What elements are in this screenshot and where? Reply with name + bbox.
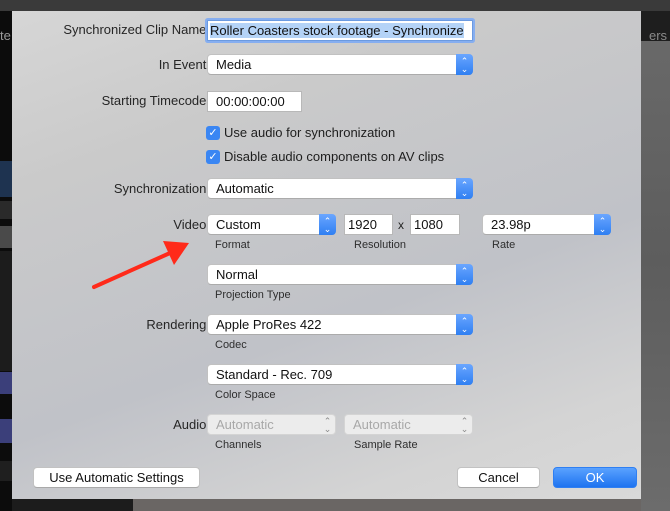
resolution-width-input[interactable]: 1920 xyxy=(344,214,393,235)
synchronization-select[interactable]: Automatic ⌃ ⌄ xyxy=(207,178,473,199)
cancel-button[interactable]: Cancel xyxy=(457,467,540,488)
format-caption: Format xyxy=(215,239,250,251)
audio-sample-rate-value: Automatic xyxy=(353,417,411,432)
disable-audio-components-label[interactable]: Disable audio components on AV clips xyxy=(224,149,444,164)
resolution-height-input[interactable]: 1080 xyxy=(410,214,460,235)
background-app-header xyxy=(0,0,670,11)
chevron-up-down-icon: ⌃ ⌄ xyxy=(456,314,473,335)
clip-name-input[interactable]: Roller Coasters stock footage - Synchron… xyxy=(207,20,473,41)
color-space-value: Standard - Rec. 709 xyxy=(216,367,333,382)
in-event-select[interactable]: Media ⌃ ⌄ xyxy=(207,54,473,75)
starting-timecode-label: Starting Timecode: xyxy=(101,93,210,108)
chevron-up-down-icon: ⌃ ⌄ xyxy=(456,264,473,285)
color-space-caption: Color Space xyxy=(215,389,276,401)
projection-type-value: Normal xyxy=(216,267,258,282)
background-right-panel: ers xyxy=(641,11,670,511)
background-left-panel: te xyxy=(0,11,12,511)
clip-name-value: Roller Coasters stock footage - Synchron… xyxy=(210,23,464,38)
background-right-text: ers xyxy=(649,28,668,43)
audio-label: Audio: xyxy=(173,417,210,432)
rate-caption: Rate xyxy=(492,239,516,251)
use-automatic-settings-button[interactable]: Use Automatic Settings xyxy=(33,467,200,488)
video-rate-value: 23.98p xyxy=(491,217,531,232)
resolution-caption: Resolution xyxy=(354,239,406,251)
codec-select[interactable]: Apple ProRes 422 ⌃ ⌄ xyxy=(207,314,473,335)
video-format-select[interactable]: Custom ⌃ ⌄ xyxy=(207,214,336,235)
synchronize-clips-dialog: Synchronized Clip Name: Roller Coasters … xyxy=(12,11,641,499)
use-audio-sync-checkbox[interactable]: ✓ xyxy=(206,126,220,140)
ok-button[interactable]: OK xyxy=(553,467,637,488)
sample-rate-caption: Sample Rate xyxy=(354,439,418,451)
starting-timecode-input[interactable]: 00:00:00:00 xyxy=(207,91,302,112)
background-left-text: te xyxy=(0,28,11,43)
codec-value: Apple ProRes 422 xyxy=(216,317,322,332)
synchronization-label: Synchronization: xyxy=(113,181,210,196)
video-rate-select[interactable]: 23.98p ⌃ ⌄ xyxy=(482,214,611,235)
clip-name-label: Synchronized Clip Name: xyxy=(63,22,210,37)
audio-channels-select[interactable]: Automatic ⌃ ⌄ xyxy=(207,414,336,435)
rendering-label: Rendering: xyxy=(146,317,210,332)
chevron-up-down-icon: ⌃ ⌄ xyxy=(456,364,473,385)
projection-type-caption: Projection Type xyxy=(215,289,291,301)
synchronization-value: Automatic xyxy=(216,181,274,196)
chevron-up-down-icon: ⌃ ⌄ xyxy=(319,214,336,235)
color-space-select[interactable]: Standard - Rec. 709 ⌃ ⌄ xyxy=(207,364,473,385)
video-format-value: Custom xyxy=(216,217,261,232)
disable-audio-components-checkbox[interactable]: ✓ xyxy=(206,150,220,164)
chevron-up-down-icon: ⌃ ⌄ xyxy=(460,415,469,434)
channels-caption: Channels xyxy=(215,439,262,451)
arrow-shaft xyxy=(92,251,172,289)
in-event-value: Media xyxy=(216,57,252,72)
checkmark-icon: ✓ xyxy=(208,151,218,163)
chevron-up-down-icon: ⌃ ⌄ xyxy=(456,54,473,75)
codec-caption: Codec xyxy=(215,339,247,351)
chevron-up-down-icon: ⌃ ⌄ xyxy=(456,178,473,199)
audio-sample-rate-select[interactable]: Automatic ⌃ ⌄ xyxy=(344,414,473,435)
use-audio-sync-label[interactable]: Use audio for synchronization xyxy=(224,125,395,140)
audio-channels-value: Automatic xyxy=(216,417,274,432)
projection-type-select[interactable]: Normal ⌃ ⌄ xyxy=(207,264,473,285)
chevron-up-down-icon: ⌃ ⌄ xyxy=(323,415,332,434)
checkmark-icon: ✓ xyxy=(208,127,218,139)
in-event-label: In Event: xyxy=(158,57,210,72)
chevron-up-down-icon: ⌃ ⌄ xyxy=(594,214,611,235)
annotation-arrow-icon xyxy=(92,241,189,289)
resolution-separator: x xyxy=(398,218,404,232)
background-bottom-strip xyxy=(12,499,641,511)
